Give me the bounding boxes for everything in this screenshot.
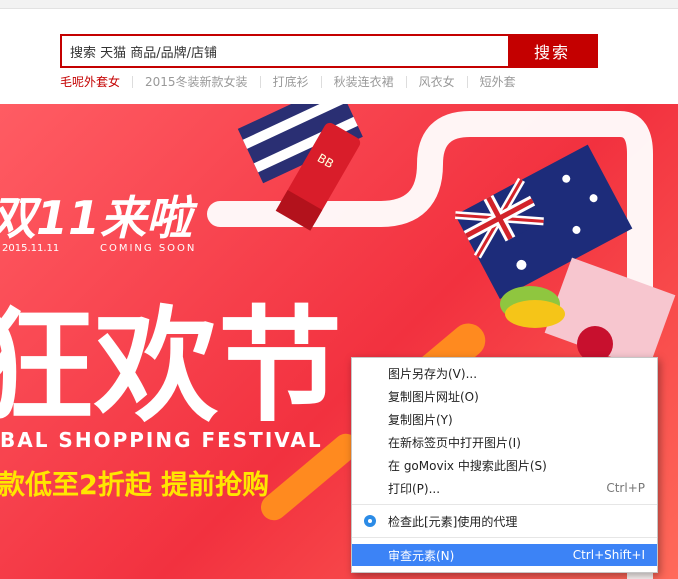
menu-copy-image[interactable]: 复制图片(Y): [352, 408, 657, 430]
banner-promo: 款低至2折起 提前抢购: [0, 469, 269, 501]
menu-copy-image-url[interactable]: 复制图片网址(O): [352, 385, 657, 407]
menu-separator: [352, 504, 657, 505]
menu-item-label: 复制图片(Y): [388, 412, 453, 427]
hot-keyword[interactable]: 短外套: [466, 76, 528, 88]
banner-headline: 双11来啦: [0, 191, 198, 245]
context-menu: 图片另存为(V)... 复制图片网址(O) 复制图片(Y) 在新标签页中打开图片…: [351, 357, 658, 573]
menu-search-image[interactable]: 在 goMovix 中搜索此图片(S): [352, 454, 657, 476]
menu-open-in-new-tab[interactable]: 在新标签页中打开图片(I): [352, 431, 657, 453]
hot-keyword[interactable]: 风衣女: [405, 76, 467, 88]
banner-date: 2015.11.11: [2, 243, 59, 254]
menu-item-label: 打印(P)...: [388, 481, 441, 496]
hot-keyword[interactable]: 秋装连衣裙: [320, 76, 406, 88]
proxy-icon: [364, 515, 376, 527]
search-button[interactable]: 搜索: [508, 36, 596, 66]
menu-item-shortcut: Ctrl+Shift+I: [572, 548, 645, 562]
search-box: 搜索: [60, 34, 598, 68]
menu-item-label: 审查元素(N): [388, 548, 455, 563]
hot-keyword[interactable]: 2015冬装新款女装: [132, 76, 260, 88]
menu-print[interactable]: 打印(P)... Ctrl+P: [352, 477, 657, 499]
hot-keywords: 毛呢外套女 2015冬装新款女装 打底衫 秋装连衣裙 风衣女 短外套: [60, 76, 528, 88]
menu-item-label: 在新标签页中打开图片(I): [388, 435, 521, 450]
top-nav-bar: [0, 0, 678, 9]
menu-item-label: 在 goMovix 中搜索此图片(S): [388, 458, 547, 473]
menu-item-label: 图片另存为(V)...: [388, 366, 478, 381]
hot-keyword[interactable]: 打底衫: [259, 76, 321, 88]
search-input[interactable]: [62, 36, 524, 66]
menu-save-image[interactable]: 图片另存为(V)...: [352, 362, 657, 384]
menu-item-shortcut: Ctrl+P: [606, 481, 645, 495]
banner-big-title: 狂欢节: [0, 295, 342, 439]
banner-coming-soon: COMING SOON: [100, 243, 196, 254]
menu-item-label: 复制图片网址(O): [388, 389, 479, 404]
banner-subtitle: BAL SHOPPING FESTIVAL: [0, 428, 323, 452]
menu-item-label: 检查此[元素]使用的代理: [388, 514, 518, 529]
menu-separator: [352, 537, 657, 538]
menu-inspect-element[interactable]: 审查元素(N) Ctrl+Shift+I: [352, 544, 657, 566]
hot-keyword[interactable]: 毛呢外套女: [60, 76, 132, 88]
menu-check-proxy[interactable]: 检查此[元素]使用的代理: [352, 510, 657, 532]
